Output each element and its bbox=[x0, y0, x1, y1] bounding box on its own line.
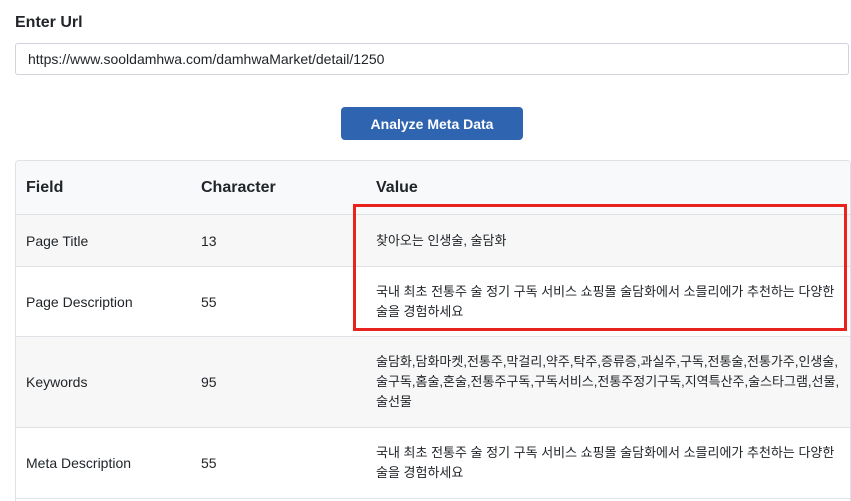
row-field: Meta Description bbox=[16, 427, 191, 499]
table-row-page-description: Page Description 55 국내 최초 전통주 술 정기 구독 서비… bbox=[16, 266, 850, 337]
row-character: 55 bbox=[191, 427, 366, 499]
table-header-row: Field Character Value bbox=[16, 161, 850, 215]
row-field: Page Description bbox=[16, 266, 191, 337]
row-field: Page Title bbox=[16, 214, 191, 267]
row-value: 술담화,담화마켓,전통주,막걸리,약주,탁주,증류증,과실주,구독,전통술,전통… bbox=[366, 336, 850, 428]
analyze-meta-data-button[interactable]: Analyze Meta Data bbox=[341, 107, 523, 140]
row-field: Keywords bbox=[16, 336, 191, 428]
row-value: 국내 최초 전통주 술 정기 구독 서비스 쇼핑몰 술담화에서 소믈리에가 추천… bbox=[366, 266, 850, 337]
row-value: 국내 최초 전통주 술 정기 구독 서비스 쇼핑몰 술담화에서 소믈리에가 추천… bbox=[366, 427, 850, 499]
row-character: 55 bbox=[191, 266, 366, 337]
row-character: 13 bbox=[191, 214, 366, 267]
url-label: Enter Url bbox=[15, 14, 83, 31]
table-row-page-title: Page Title 13 찾아오는 인생술, 술담화 bbox=[16, 214, 850, 267]
row-character: 95 bbox=[191, 336, 366, 428]
meta-data-table: Field Character Value Page Title 13 찾아오는… bbox=[15, 160, 851, 501]
url-input[interactable] bbox=[15, 43, 849, 75]
table-row-keywords: Keywords 95 술담화,담화마켓,전통주,막걸리,약주,탁주,증류증,과… bbox=[16, 336, 850, 428]
header-character: Character bbox=[191, 161, 366, 215]
header-field: Field bbox=[16, 161, 191, 215]
table-row-meta-description: Meta Description 55 국내 최초 전통주 술 정기 구독 서비… bbox=[16, 427, 850, 499]
header-value: Value bbox=[366, 161, 850, 215]
row-value: 찾아오는 인생술, 술담화 bbox=[366, 214, 850, 267]
